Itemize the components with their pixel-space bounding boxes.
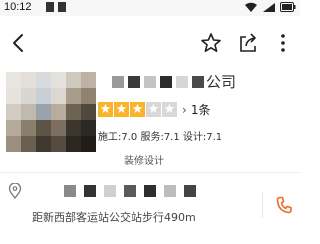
- address-obscured[interactable]: [64, 185, 196, 197]
- share-icon[interactable]: [237, 32, 259, 54]
- status-time: 10:12: [4, 1, 32, 13]
- signal-icon: [263, 2, 275, 12]
- shop-name-obscured: [112, 76, 204, 88]
- back-icon[interactable]: [8, 32, 30, 54]
- rating-star-icon: ★: [130, 102, 145, 117]
- star-favorite-icon[interactable]: [200, 32, 222, 54]
- rating-star-icon: ★: [98, 102, 113, 117]
- shop-thumbnail[interactable]: [6, 72, 96, 152]
- battery-icon: [280, 2, 296, 12]
- status-notification-icon: [58, 2, 66, 12]
- wifi-icon: [245, 2, 257, 12]
- status-notification-icon: [46, 2, 54, 12]
- section-divider: [0, 172, 300, 173]
- phone-icon[interactable]: [276, 196, 292, 214]
- shop-category: 装修设计: [124, 156, 164, 167]
- status-icons: [244, 1, 296, 13]
- review-count[interactable]: 1条: [182, 101, 211, 118]
- distance-text: 距新西部客运站公交站步行490m: [32, 211, 196, 224]
- more-icon[interactable]: [272, 32, 294, 54]
- rating-row[interactable]: ★ ★ ★ ★ ★ 1条: [98, 101, 210, 118]
- rating-star-icon: ★: [162, 102, 177, 117]
- call-divider: [262, 192, 263, 218]
- sub-scores: 施工:7.0 服务:7.1 设计:7.1: [98, 132, 223, 143]
- shop-name-suffix: 公司: [206, 73, 237, 91]
- nav-bar: [0, 22, 300, 62]
- location-pin-icon: [8, 183, 22, 199]
- rating-star-icon: ★: [146, 102, 161, 117]
- status-bar: 10:12: [0, 0, 300, 16]
- rating-star-icon: ★: [114, 102, 129, 117]
